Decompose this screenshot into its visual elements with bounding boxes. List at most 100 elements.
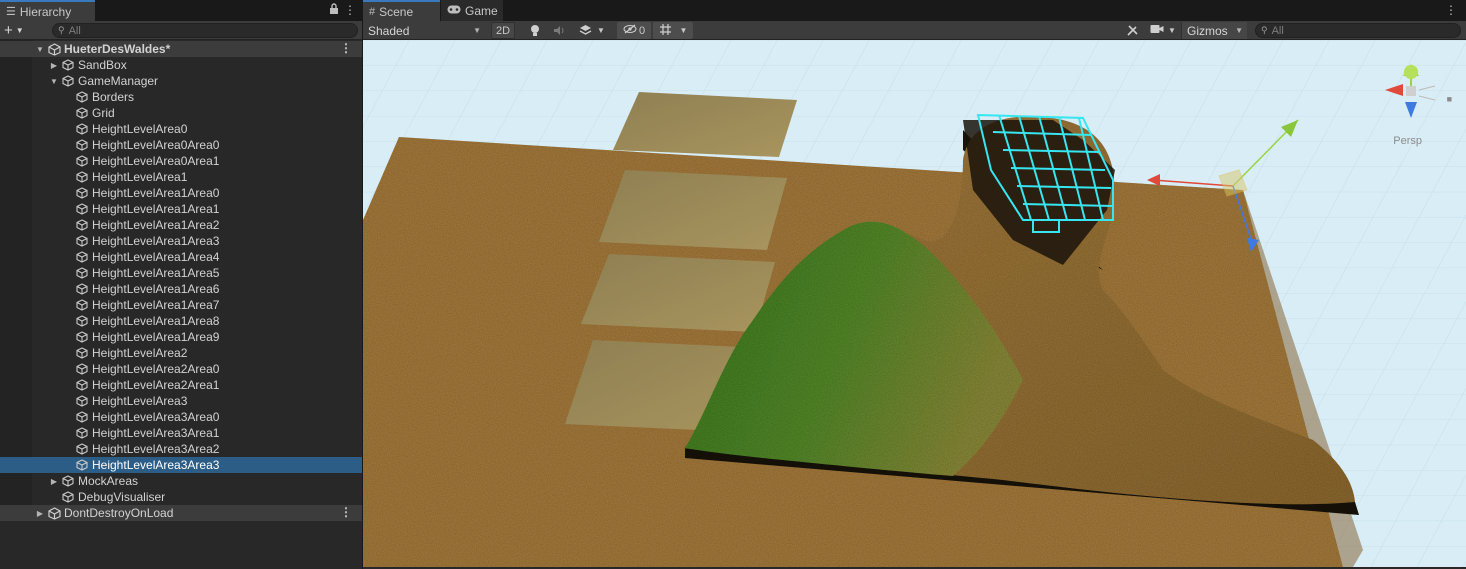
hierarchy-item[interactable]: HeightLevelArea1Area2 bbox=[0, 217, 362, 233]
gizmos-dropdown[interactable]: Gizmos ▼ bbox=[1181, 22, 1247, 39]
lock-icon[interactable] bbox=[326, 2, 342, 18]
chevron-down-icon: ▼ bbox=[597, 26, 605, 35]
scene-menu-icon[interactable]: ⋮ bbox=[340, 41, 352, 55]
hierarchy-item-label: HeightLevelArea1 bbox=[92, 170, 188, 184]
hierarchy-item[interactable]: HeightLevelArea1Area4 bbox=[0, 249, 362, 265]
hierarchy-item[interactable]: ▶ SandBox bbox=[0, 57, 362, 73]
grid-icon: # bbox=[369, 5, 376, 18]
speaker-icon[interactable] bbox=[549, 22, 569, 39]
chevron-right-icon[interactable]: ▶ bbox=[48, 477, 60, 486]
scene-search-placeholder: All bbox=[1271, 24, 1284, 37]
hierarchy-item-label: HeightLevelArea1Area3 bbox=[92, 234, 220, 248]
kebab-menu-icon[interactable]: ⋮ bbox=[342, 2, 358, 18]
scene-row-hueterdeswaldes[interactable]: ▼ HueterDesWaldes* ⋮ bbox=[0, 41, 362, 57]
unity-scene-icon bbox=[46, 42, 62, 56]
chevron-right-icon[interactable]: ▶ bbox=[48, 61, 60, 70]
tab-hierarchy-label: Hierarchy bbox=[19, 4, 72, 19]
scene-render bbox=[363, 40, 1466, 567]
hierarchy-item[interactable]: ▶ MockAreas bbox=[0, 473, 362, 489]
scene-row-dontdestroyonload[interactable]: ▶ DontDestroyOnLoad ⋮ bbox=[0, 505, 362, 521]
hierarchy-item-label: HeightLevelArea0Area1 bbox=[92, 154, 220, 168]
hidden-count: 0 bbox=[638, 24, 646, 37]
hidden-objects-toggle[interactable]: 0 bbox=[617, 22, 651, 39]
camera-dropdown[interactable]: ▼ bbox=[1147, 22, 1179, 39]
hierarchy-search-input[interactable]: ⚲ All bbox=[52, 23, 358, 38]
hierarchy-item-label: SandBox bbox=[78, 58, 127, 72]
effects-dropdown[interactable]: ▼ bbox=[575, 22, 609, 39]
hierarchy-item-label: HeightLevelArea1Area0 bbox=[92, 186, 220, 200]
scene-search-input[interactable]: ⚲ All bbox=[1255, 23, 1461, 38]
camera-icon bbox=[1150, 24, 1164, 37]
gameobject-cube-icon bbox=[74, 90, 90, 104]
hierarchy-item[interactable]: ▼ GameManager bbox=[0, 73, 362, 89]
hierarchy-item[interactable]: HeightLevelArea0Area1 bbox=[0, 153, 362, 169]
hierarchy-item-label: HeightLevelArea1Area8 bbox=[92, 314, 220, 328]
hierarchy-item-label: HeightLevelArea2 bbox=[92, 346, 188, 360]
tab-game-label: Game bbox=[465, 3, 498, 18]
hierarchy-item[interactable]: HeightLevelArea3Area1 bbox=[0, 425, 362, 441]
gameobject-cube-icon bbox=[60, 474, 76, 488]
chevron-down-icon: ▼ bbox=[1235, 26, 1243, 35]
hierarchy-item-label: HeightLevelArea1Area6 bbox=[92, 282, 220, 296]
hierarchy-item[interactable]: HeightLevelArea1Area3 bbox=[0, 233, 362, 249]
chevron-down-icon: ▼ bbox=[1168, 26, 1176, 35]
add-object-button[interactable]: + ▼ bbox=[4, 22, 30, 39]
hierarchy-item[interactable]: HeightLevelArea2 bbox=[0, 345, 362, 361]
gameobject-cube-icon bbox=[74, 458, 90, 472]
hierarchy-tabbar: ☰ Hierarchy ⋮ bbox=[0, 0, 362, 21]
hierarchy-tree: ▼ HueterDesWaldes* ⋮ ▶ SandBox ▼ GameManage… bbox=[0, 40, 362, 569]
grid-snap-dropdown[interactable]: ▼ bbox=[653, 22, 693, 39]
hierarchy-item[interactable]: Borders bbox=[0, 89, 362, 105]
tab-hierarchy[interactable]: ☰ Hierarchy bbox=[0, 0, 95, 21]
tab-game[interactable]: Game bbox=[441, 0, 503, 21]
hierarchy-item[interactable]: HeightLevelArea3Area2 bbox=[0, 441, 362, 457]
scene-viewport[interactable]: Persp ■ bbox=[363, 40, 1466, 567]
chevron-right-icon[interactable]: ▶ bbox=[34, 509, 46, 518]
shading-mode-dropdown[interactable]: Shaded ▼ bbox=[363, 22, 485, 39]
hierarchy-item[interactable]: HeightLevelArea3Area0 bbox=[0, 409, 362, 425]
toggle-2d-button[interactable]: 2D bbox=[491, 22, 515, 39]
hierarchy-item[interactable]: HeightLevelArea0 bbox=[0, 121, 362, 137]
chevron-down-icon[interactable]: ▼ bbox=[34, 45, 46, 54]
persp-label[interactable]: Persp bbox=[1393, 135, 1422, 147]
dontdestroy-menu-icon[interactable]: ⋮ bbox=[340, 505, 352, 519]
scene-name: HueterDesWaldes* bbox=[64, 42, 171, 56]
hierarchy-item[interactable]: HeightLevelArea3 bbox=[0, 393, 362, 409]
plus-icon: + bbox=[4, 22, 13, 39]
hierarchy-item[interactable]: DebugVisualiser bbox=[0, 489, 362, 505]
hierarchy-item[interactable]: HeightLevelArea2Area1 bbox=[0, 377, 362, 393]
chevron-down-icon[interactable]: ▼ bbox=[48, 77, 60, 86]
hierarchy-item[interactable]: HeightLevelArea3Area3 bbox=[0, 457, 362, 473]
scene-toolbar: Shaded ▼ 2D ▼ 0 ▼ ▼ Gizmos ▼ ⚲ All bbox=[363, 21, 1466, 40]
hierarchy-item[interactable]: HeightLevelArea1Area0 bbox=[0, 185, 362, 201]
hierarchy-item[interactable]: HeightLevelArea2Area0 bbox=[0, 361, 362, 377]
hierarchy-item-label: MockAreas bbox=[78, 474, 139, 488]
gameobject-cube-icon bbox=[74, 442, 90, 456]
tools-icon[interactable] bbox=[1121, 22, 1143, 39]
hierarchy-list-icon: ☰ bbox=[6, 6, 16, 18]
hierarchy-item[interactable]: HeightLevelArea0Area0 bbox=[0, 137, 362, 153]
gameobject-cube-icon bbox=[60, 74, 76, 88]
tab-scene[interactable]: # Scene bbox=[363, 0, 440, 21]
hierarchy-item[interactable]: HeightLevelArea1Area7 bbox=[0, 297, 362, 313]
lock-icon[interactable]: ■ bbox=[1447, 94, 1452, 104]
hierarchy-item[interactable]: HeightLevelArea1 bbox=[0, 169, 362, 185]
hierarchy-item[interactable]: Grid bbox=[0, 105, 362, 121]
gameobject-cube-icon bbox=[74, 266, 90, 280]
hierarchy-item-label: HeightLevelArea2Area1 bbox=[92, 378, 220, 392]
hierarchy-item[interactable]: HeightLevelArea1Area5 bbox=[0, 265, 362, 281]
gameobject-cube-icon bbox=[74, 202, 90, 216]
hierarchy-item[interactable]: HeightLevelArea1Area6 bbox=[0, 281, 362, 297]
kebab-menu-icon[interactable]: ⋮ bbox=[1443, 2, 1459, 18]
hierarchy-item[interactable]: HeightLevelArea1Area9 bbox=[0, 329, 362, 345]
hierarchy-search-placeholder: All bbox=[68, 24, 81, 37]
hierarchy-item-label: HeightLevelArea1Area2 bbox=[92, 218, 220, 232]
lightbulb-icon[interactable] bbox=[525, 22, 545, 39]
gameobject-cube-icon bbox=[74, 234, 90, 248]
hierarchy-item[interactable]: HeightLevelArea1Area8 bbox=[0, 313, 362, 329]
gameobject-cube-icon bbox=[74, 250, 90, 264]
hierarchy-item[interactable]: HeightLevelArea1Area1 bbox=[0, 201, 362, 217]
hierarchy-item-label: HeightLevelArea1Area9 bbox=[92, 330, 220, 344]
gameobject-cube-icon bbox=[74, 330, 90, 344]
hierarchy-item-label: DebugVisualiser bbox=[78, 490, 166, 504]
